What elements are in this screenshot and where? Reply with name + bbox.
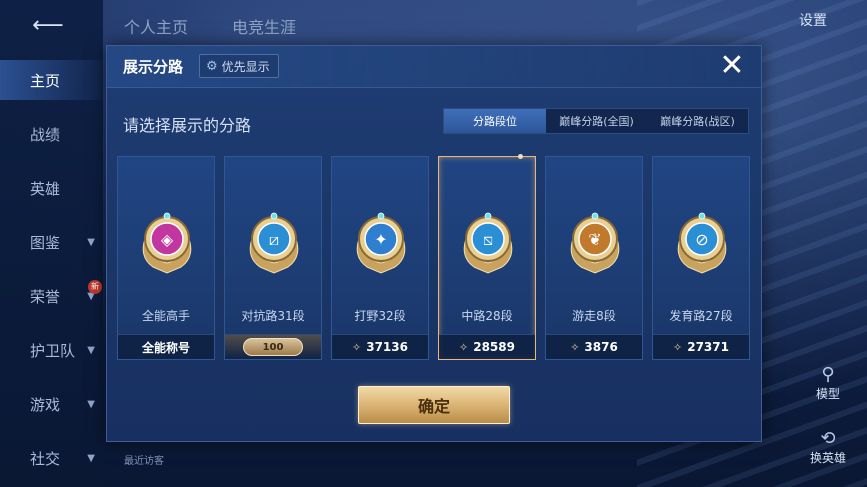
star-points-icon: ✧: [459, 340, 469, 354]
sidebar-item-label: 英雄: [30, 179, 61, 198]
route-card-footer: ✧ 28589: [439, 334, 535, 359]
change-hero-icon: ⟲: [820, 428, 836, 449]
route-card-label: 发育路27段: [669, 309, 733, 323]
tab-route-rank[interactable]: 分路段位: [444, 109, 546, 133]
model-icon: ⚲: [821, 364, 835, 385]
sidebar-item-6[interactable]: 游戏 ▼: [0, 384, 103, 424]
chevron-down-icon: ▼: [87, 344, 95, 356]
priority-display-button[interactable]: ⚙ 优先显示: [199, 54, 279, 78]
svg-text:⧄: ⧄: [269, 230, 279, 249]
svg-text:❦: ❦: [588, 230, 601, 249]
route-card-footer: 100: [225, 334, 321, 359]
tab-personal-home[interactable]: 个人主页: [124, 14, 188, 38]
route-card[interactable]: ◈ 全能高手全能称号: [117, 156, 215, 360]
svg-text:⊘: ⊘: [695, 230, 708, 249]
route-card[interactable]: ✦ 打野32段 ✧ 37136: [331, 156, 429, 360]
chevron-down-icon: ▼: [87, 452, 95, 464]
star-points-icon: ✧: [570, 340, 580, 354]
model-label: 模型: [815, 387, 840, 401]
points-value: 27371: [687, 340, 729, 354]
sidebar-item-label: 战绩: [30, 125, 61, 144]
change-hero-label: 换英雄: [809, 451, 846, 465]
sidebar-item-1[interactable]: 战绩: [0, 114, 103, 154]
change-hero-button[interactable]: ⟲ 换英雄: [803, 428, 853, 466]
sidebar-item-7[interactable]: 社交 ▼: [0, 438, 103, 478]
sidebar: ⟵ 主页 战绩 英雄 图鉴 ▼ 荣誉 ▼ 新护卫队 ▼ 游戏 ▼ 社交 ▼: [0, 0, 103, 487]
route-cards: ◈ 全能高手全能称号 ⧄ 对抗路31段 100 ✦ 打野32段 ✧ 37136 ⧅ 中路28段 ✧ 28…: [117, 154, 753, 360]
priority-display-label: 优先显示: [221, 59, 270, 74]
star-points-icon: ✧: [673, 340, 683, 354]
model-button[interactable]: ⚲ 模型: [803, 364, 853, 402]
rank-badge-icon: ⧄: [249, 212, 299, 274]
route-card-footer: ✧ 37136: [332, 334, 428, 359]
rank-plate: 100: [243, 338, 303, 356]
tab-peak-national[interactable]: 巅峰分路(全国): [546, 109, 647, 133]
modal-title: 展示分路: [123, 58, 184, 76]
rank-badge-icon: ⧅: [463, 212, 513, 274]
route-display-modal: 展示分路 ⚙ 优先显示 ✕ 请选择展示的分路 分路段位 巅峰分路(全国) 巅峰分…: [106, 45, 762, 442]
route-card-label: 对抗路31段: [241, 309, 305, 323]
title-label: 全能称号: [141, 340, 190, 355]
route-card-footer: ✧ 27371: [653, 334, 749, 359]
route-card[interactable]: ⧅ 中路28段 ✧ 28589: [438, 154, 536, 360]
tab-peak-region[interactable]: 巅峰分路(战区): [647, 109, 748, 133]
gear-icon: ⚙: [206, 58, 218, 74]
chevron-down-icon: ▼: [87, 236, 95, 248]
sidebar-item-label: 护卫队: [30, 341, 76, 360]
sidebar-item-2[interactable]: 英雄: [0, 168, 103, 208]
route-card-label: 全能高手: [141, 309, 190, 323]
route-card-label: 打野32段: [354, 309, 406, 323]
route-card[interactable]: ⧄ 对抗路31段 100: [224, 156, 322, 360]
route-card-footer: 全能称号: [118, 334, 214, 359]
rank-badge-icon: ⊘: [677, 212, 727, 274]
settings-button[interactable]: 设置: [799, 10, 827, 30]
rank-badge-icon: ❦: [570, 212, 620, 274]
recent-visitors[interactable]: 最近访客: [124, 452, 164, 467]
route-card-label: 游走8段: [572, 309, 616, 323]
back-arrow-icon[interactable]: ⟵: [26, 14, 70, 38]
sidebar-item-label: 游戏: [30, 395, 61, 414]
sidebar-item-label: 图鉴: [30, 233, 61, 252]
tab-esports-career[interactable]: 电竞生涯: [232, 14, 296, 38]
points-value: 37136: [366, 340, 408, 354]
sidebar-item-label: 荣誉: [30, 287, 61, 306]
new-badge: 新: [88, 280, 102, 294]
modal-header: 展示分路 ⚙ 优先显示 ✕: [107, 46, 761, 88]
close-icon[interactable]: ✕: [717, 51, 747, 82]
rank-badge-icon: ✦: [356, 212, 406, 274]
points-value: 28589: [473, 340, 515, 354]
confirm-button[interactable]: 确定: [358, 386, 510, 424]
sidebar-item-0[interactable]: 主页: [0, 60, 103, 100]
svg-text:⧅: ⧅: [483, 230, 493, 249]
route-card-footer: ✧ 3876: [546, 334, 642, 359]
svg-text:✦: ✦: [374, 230, 387, 249]
route-tabs: 分路段位 巅峰分路(全国) 巅峰分路(战区): [443, 108, 749, 134]
svg-text:◈: ◈: [161, 230, 174, 249]
sidebar-item-label: 社交: [30, 449, 61, 468]
sidebar-item-4[interactable]: 荣誉 ▼ 新: [0, 276, 103, 316]
route-card[interactable]: ❦ 游走8段 ✧ 3876: [545, 156, 643, 360]
route-card-label: 中路28段: [461, 309, 513, 323]
sidebar-item-label: 主页: [30, 71, 61, 90]
sidebar-item-5[interactable]: 护卫队 ▼: [0, 330, 103, 370]
chevron-down-icon: ▼: [87, 398, 95, 410]
rank-badge-icon: ◈: [142, 212, 192, 274]
modal-subtitle: 请选择展示的分路: [123, 116, 252, 135]
route-card[interactable]: ⊘ 发育路27段 ✧ 27371: [652, 156, 750, 360]
points-value: 3876: [584, 340, 618, 354]
star-points-icon: ✧: [352, 340, 362, 354]
selected-indicator: [518, 154, 523, 159]
sidebar-item-3[interactable]: 图鉴 ▼: [0, 222, 103, 262]
